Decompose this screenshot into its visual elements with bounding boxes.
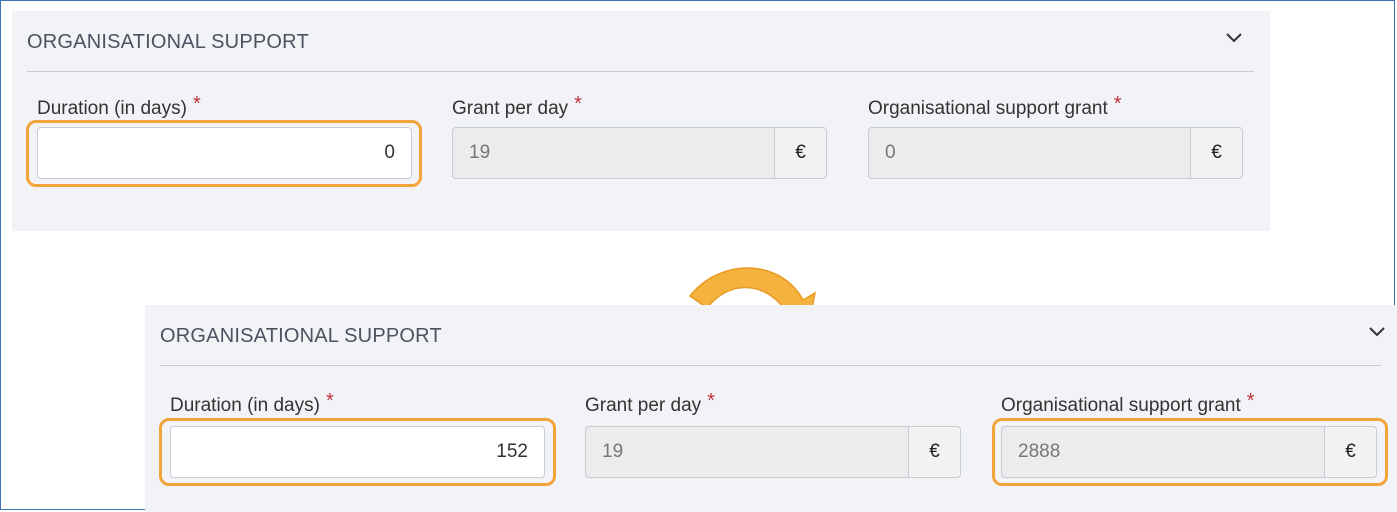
support-grant-label: Organisational support grant [868, 98, 1108, 119]
grant-per-day-label: Grant per day [452, 98, 569, 119]
duration-label: Duration (in days) [170, 395, 320, 416]
required-marker: * [1113, 93, 1122, 115]
duration-input[interactable]: 0 [37, 127, 412, 179]
grant-per-day-input: 19 [585, 426, 909, 478]
required-marker: * [1246, 390, 1255, 412]
panel-header[interactable]: ORGANISATIONAL SUPPORT [27, 11, 1254, 72]
grant-per-day-input: 19 [452, 127, 775, 179]
support-grant-field: Organisational support grant * 2888 € [1001, 390, 1381, 494]
grant-per-day-field: Grant per day * 19 € [585, 390, 965, 494]
organisational-support-panel-before: ORGANISATIONAL SUPPORT Duration (in days… [12, 11, 1270, 231]
support-grant-input: 2888 [1001, 426, 1325, 478]
support-grant-field: Organisational support grant * 0 € [868, 93, 1248, 197]
support-grant-input: 0 [868, 127, 1191, 179]
required-marker: * [574, 93, 582, 115]
duration-field: Duration (in days) * 152 [170, 390, 550, 494]
grant-per-day-field: Grant per day * 19 € [452, 93, 832, 197]
grant-per-day-label: Grant per day [585, 395, 702, 416]
panel-header[interactable]: ORGANISATIONAL SUPPORT [160, 305, 1385, 366]
required-marker: * [325, 390, 334, 412]
chevron-down-icon[interactable] [1224, 27, 1244, 47]
required-marker: * [707, 390, 715, 412]
duration-label: Duration (in days) [37, 98, 187, 119]
euro-addon: € [909, 426, 961, 478]
euro-addon: € [1191, 127, 1243, 179]
euro-addon: € [1325, 426, 1377, 478]
duration-input[interactable]: 152 [170, 426, 545, 478]
support-grant-label: Organisational support grant [1001, 395, 1241, 416]
required-marker: * [192, 93, 201, 115]
euro-addon: € [775, 127, 827, 179]
organisational-support-panel-after: ORGANISATIONAL SUPPORT Duration (in days… [145, 305, 1397, 512]
panel-title: ORGANISATIONAL SUPPORT [160, 325, 442, 347]
chevron-down-icon[interactable] [1367, 321, 1387, 341]
panel-title: ORGANISATIONAL SUPPORT [27, 31, 309, 53]
duration-field: Duration (in days) * 0 [37, 93, 417, 197]
